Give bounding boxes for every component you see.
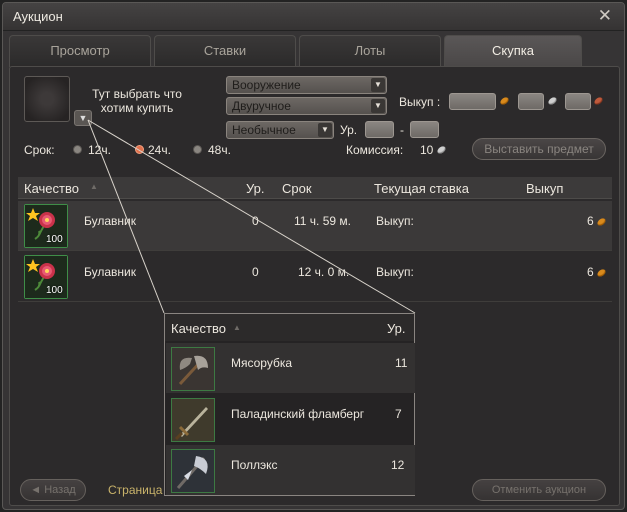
- column-level[interactable]: Ур.: [246, 181, 265, 196]
- table-row[interactable]: 100 Булавник 0 11 ч. 59 м. Выкуп: 6: [18, 201, 612, 251]
- item-time: 12 ч. 0 м.: [298, 265, 350, 279]
- tab-bar: Просмотр Ставки Лоты Скупка: [9, 35, 620, 67]
- item-buyout: 6: [587, 265, 594, 279]
- silver-coin-icon: [547, 95, 558, 107]
- item-buyout: 6: [587, 214, 594, 228]
- tab-bids[interactable]: Ставки: [154, 35, 296, 67]
- level-label: Ур.: [340, 123, 358, 137]
- commission-value: 10: [420, 143, 434, 157]
- popup-item-level: 12: [391, 458, 405, 472]
- axe-icon: [171, 347, 215, 391]
- gold-coin-icon: [499, 95, 510, 107]
- sort-arrow-icon: ▲: [233, 323, 241, 332]
- table-row[interactable]: 100 Булавник 0 12 ч. 0 м. Выкуп: 6: [18, 252, 612, 302]
- category-dropdown[interactable]: Вооружение ▼: [226, 76, 387, 94]
- rarity-value: Необычное: [232, 123, 296, 137]
- buyout-label: Выкуп :: [399, 95, 441, 109]
- place-item-button[interactable]: Выставить предмет: [472, 138, 606, 160]
- chevron-down-icon: ▼: [371, 99, 385, 113]
- subcategory-value: Двуручное: [232, 99, 291, 113]
- buyout-silver-input[interactable]: [518, 93, 544, 110]
- item-name: Булавник: [84, 265, 136, 279]
- filter-area: ▼ Тут выбрать что хотим купить Вооружени…: [18, 73, 612, 169]
- popup-item-name: Паладинский фламберг: [231, 407, 365, 421]
- popup-header: Качество ▲ Ур.: [165, 314, 414, 341]
- gold-coin-icon: [596, 216, 607, 228]
- sword-icon: [171, 398, 215, 442]
- rarity-dropdown[interactable]: Необычное ▼: [226, 121, 334, 139]
- popup-column-quality: Качество: [171, 321, 226, 336]
- popup-item[interactable]: Мясорубка 11: [166, 343, 415, 393]
- popup-column-level: Ур.: [387, 321, 406, 336]
- column-buyout[interactable]: Выкуп: [526, 181, 563, 196]
- item-quantity: 100: [46, 285, 63, 296]
- item-icon: 100: [24, 204, 68, 248]
- popup-item-level: 7: [395, 407, 402, 421]
- title-bar: Аукцион ✕: [3, 3, 624, 31]
- commission-label: Комиссия:: [346, 143, 404, 157]
- buyout-gold-input[interactable]: [449, 93, 496, 110]
- window-title: Аукцион: [13, 9, 63, 24]
- item-name: Булавник: [84, 214, 136, 228]
- item-icon: 100: [24, 255, 68, 299]
- popup-item-level: 11: [395, 356, 408, 370]
- item-time: 11 ч. 59 м.: [294, 214, 351, 228]
- popup-item-name: Поллэкс: [231, 458, 278, 472]
- chevron-down-icon: ▼: [318, 123, 332, 137]
- column-time[interactable]: Срок: [282, 181, 312, 196]
- item-bid: Выкуп:: [376, 265, 414, 279]
- popup-item-name: Мясорубка: [231, 356, 293, 370]
- item-select-popup: Качество ▲ Ур. Мясорубка 11 Паладинский …: [164, 313, 415, 496]
- close-icon[interactable]: ✕: [598, 6, 612, 26]
- level-separator: -: [400, 123, 404, 137]
- duration-12h-label: 12ч.: [88, 143, 111, 157]
- duration-48h-radio[interactable]: [193, 145, 202, 154]
- cancel-auction-button[interactable]: Отменить аукцион: [472, 479, 606, 501]
- duration-24h-label: 24ч.: [148, 143, 171, 157]
- tab-buyout[interactable]: Скупка: [444, 35, 582, 67]
- tab-browse[interactable]: Просмотр: [9, 35, 151, 67]
- duration-48h-label: 48ч.: [208, 143, 231, 157]
- buyout-copper-input[interactable]: [565, 93, 591, 110]
- tab-lots[interactable]: Лоты: [299, 35, 441, 67]
- item-level: 0: [252, 214, 259, 228]
- column-current-bid[interactable]: Текущая ставка: [374, 181, 469, 196]
- item-level: 0: [252, 265, 259, 279]
- popup-item[interactable]: Поллэкс 12: [166, 445, 415, 495]
- copper-coin-icon: [593, 95, 604, 107]
- page-label: Страница: [108, 483, 163, 497]
- item-bid: Выкуп:: [376, 214, 414, 228]
- duration-24h-radio[interactable]: [135, 145, 144, 154]
- halberd-icon: [171, 449, 215, 493]
- sort-arrow-icon: ▲: [90, 182, 98, 191]
- table-header: Качество ▲ Ур. Срок Текущая ставка Выкуп: [18, 177, 612, 199]
- gold-coin-icon: [596, 267, 607, 279]
- duration-label: Срок:: [24, 143, 55, 157]
- silver-coin-icon: [436, 144, 447, 156]
- subcategory-dropdown[interactable]: Двуручное ▼: [226, 97, 387, 115]
- level-max-input[interactable]: [410, 121, 439, 138]
- level-min-input[interactable]: [365, 121, 394, 138]
- item-quantity: 100: [46, 234, 63, 245]
- item-select-hint: Тут выбрать что хотим купить: [92, 87, 182, 115]
- category-value: Вооружение: [232, 78, 301, 92]
- duration-12h-radio[interactable]: [73, 145, 82, 154]
- item-select-slot[interactable]: [24, 76, 70, 122]
- chevron-down-icon: ▼: [371, 78, 385, 92]
- popup-item[interactable]: Паладинский фламберг 7: [166, 394, 415, 444]
- back-button[interactable]: ◄ Назад: [20, 479, 86, 501]
- column-quality[interactable]: Качество: [24, 181, 79, 196]
